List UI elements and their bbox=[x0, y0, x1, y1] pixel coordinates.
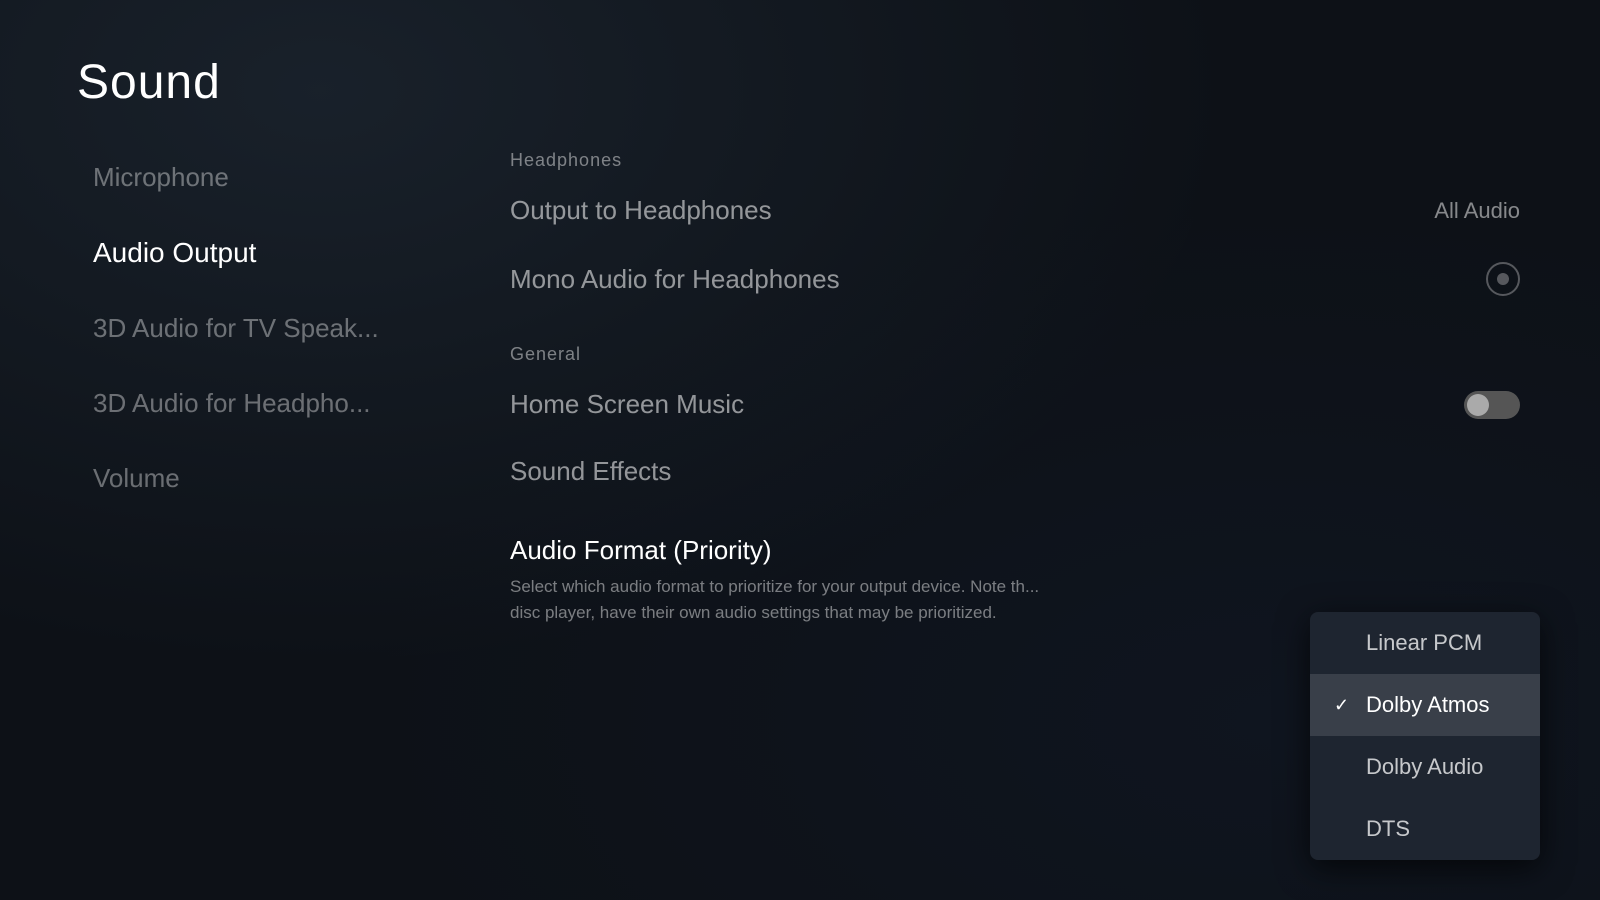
dropdown-item-dts[interactable]: DTS bbox=[1310, 798, 1540, 860]
home-screen-music-label: Home Screen Music bbox=[510, 389, 744, 420]
headphones-section-label: Headphones bbox=[490, 140, 1540, 177]
mono-audio-label: Mono Audio for Headphones bbox=[510, 264, 840, 295]
sidebar-item-volume[interactable]: Volume bbox=[77, 441, 457, 516]
home-screen-music-toggle[interactable] bbox=[1464, 391, 1520, 419]
sidebar-item-audio-output[interactable]: Audio Output bbox=[77, 215, 457, 291]
sidebar: Microphone Audio Output 3D Audio for TV … bbox=[77, 140, 457, 516]
sound-effects-label: Sound Effects bbox=[510, 456, 671, 487]
output-headphones-row[interactable]: Output to Headphones All Audio bbox=[490, 177, 1540, 244]
dropdown-item-dolby-audio[interactable]: Dolby Audio bbox=[1310, 736, 1540, 798]
check-icon-dolby-atmos: ✓ bbox=[1334, 695, 1354, 716]
audio-format-title: Audio Format (Priority) bbox=[510, 535, 1520, 566]
sidebar-item-microphone[interactable]: Microphone bbox=[77, 140, 457, 215]
mono-audio-row[interactable]: Mono Audio for Headphones bbox=[490, 244, 1540, 314]
output-headphones-value: All Audio bbox=[1434, 198, 1520, 224]
audio-format-desc: Select which audio format to prioritize … bbox=[510, 574, 1080, 625]
spacer-1 bbox=[490, 314, 1540, 334]
home-screen-music-row[interactable]: Home Screen Music bbox=[490, 371, 1540, 438]
dropdown-item-linear-pcm[interactable]: Linear PCM bbox=[1310, 612, 1540, 674]
output-headphones-label: Output to Headphones bbox=[510, 195, 772, 226]
general-section-label: General bbox=[490, 334, 1540, 371]
spacer-2 bbox=[490, 505, 1540, 525]
sidebar-item-3d-headphones[interactable]: 3D Audio for Headpho... bbox=[77, 366, 457, 441]
mono-audio-toggle-icon[interactable] bbox=[1486, 262, 1520, 296]
page-title: Sound bbox=[77, 55, 221, 110]
sidebar-item-3d-tv[interactable]: 3D Audio for TV Speak... bbox=[77, 291, 457, 366]
dropdown-item-dolby-atmos[interactable]: ✓ Dolby Atmos bbox=[1310, 674, 1540, 736]
audio-format-dropdown: Linear PCM ✓ Dolby Atmos Dolby Audio DTS bbox=[1310, 612, 1540, 860]
sound-effects-row[interactable]: Sound Effects bbox=[490, 438, 1540, 505]
